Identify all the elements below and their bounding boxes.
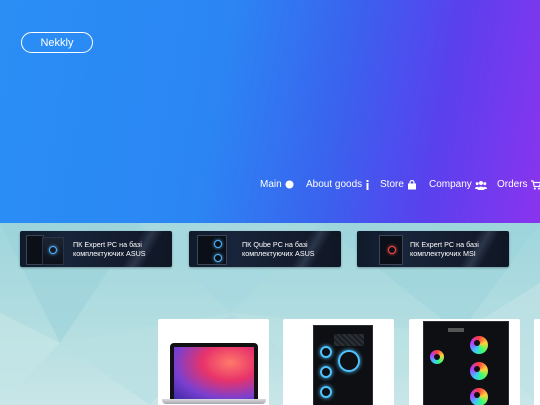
nav-item-label: Orders bbox=[497, 179, 528, 190]
product-card-pc-case-rgb[interactable] bbox=[409, 319, 520, 405]
nav-item-label: Store bbox=[380, 179, 404, 190]
nav-item-store[interactable]: Store bbox=[380, 179, 417, 190]
banner-line-1: ПК Expert PC на базі bbox=[73, 240, 142, 249]
info-icon bbox=[366, 179, 369, 190]
pc-case-image bbox=[379, 235, 403, 265]
promo-banner-expert-asus[interactable]: ПК Expert PC на базі комплектуючих ASUS bbox=[20, 231, 172, 267]
pc-case-image bbox=[42, 237, 64, 265]
nav-item-about-goods[interactable]: About goods bbox=[306, 179, 370, 190]
circle-icon bbox=[285, 180, 294, 189]
shopping-bag-icon bbox=[407, 179, 416, 189]
nav-item-label: Main bbox=[260, 179, 282, 190]
laptop-image bbox=[170, 343, 258, 399]
hero-header: Nekkly Main About goods Store Company Or… bbox=[0, 0, 540, 223]
banner-line-2: комплектуючих ASUS bbox=[73, 249, 146, 258]
banner-line-2: комплектуючих ASUS bbox=[242, 249, 315, 258]
banner-line-1: ПК Qube PC на базі bbox=[242, 240, 308, 249]
promo-banner-expert-msi[interactable]: ПК Expert PC на базі комплектуючих MSI bbox=[357, 231, 509, 267]
logo-button[interactable]: Nekkly bbox=[21, 32, 93, 53]
banner-line-1: ПК Expert PC на базі bbox=[410, 240, 479, 249]
promo-banner-qube-asus[interactable]: ПК Qube PC на базі комплектуючих ASUS bbox=[189, 231, 341, 267]
banner-line-2: комплектуючих MSI bbox=[410, 249, 476, 258]
nav-item-main[interactable]: Main bbox=[260, 179, 294, 190]
pc-case-image bbox=[197, 235, 227, 265]
pc-case-image bbox=[423, 321, 509, 405]
pc-case-image bbox=[313, 325, 373, 405]
nav-item-label: Company bbox=[429, 179, 472, 190]
product-card-partial[interactable] bbox=[534, 319, 540, 405]
product-card-pc-case-blue[interactable] bbox=[283, 319, 394, 405]
users-icon bbox=[474, 180, 487, 190]
nav-item-orders[interactable]: Orders bbox=[497, 179, 540, 190]
product-card-laptop[interactable] bbox=[158, 319, 269, 405]
nav-item-label: About goods bbox=[306, 179, 363, 190]
nav-item-company[interactable]: Company bbox=[429, 179, 487, 190]
content-section: ПК Expert PC на базі комплектуючих ASUS … bbox=[0, 223, 540, 405]
main-nav: Main About goods Store Company Orders bbox=[0, 179, 540, 193]
cart-icon bbox=[530, 179, 540, 190]
